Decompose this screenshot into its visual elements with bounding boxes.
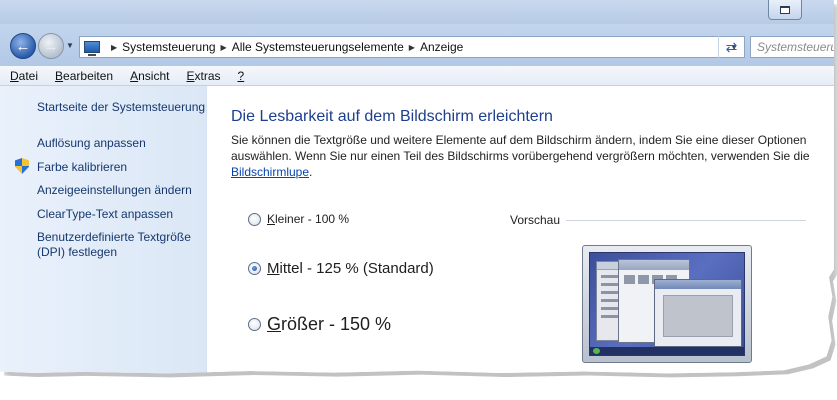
breadcrumb-anzeige[interactable]: Anzeige xyxy=(420,40,463,54)
main-content: Die Lesbarkeit auf dem Bildschirm erleic… xyxy=(208,86,834,374)
refresh-button[interactable]: ⇄ xyxy=(718,36,744,58)
preview-window xyxy=(654,279,742,347)
recent-pages-dropdown[interactable]: ▼ xyxy=(66,41,74,50)
preview-taskbar xyxy=(590,347,744,355)
navigation-bar: ← → ▼ ▶ Systemsteuerung ▶ Alle Systemste… xyxy=(0,24,834,66)
forward-arrow-icon: → xyxy=(43,37,59,55)
breadcrumb-arrow-icon[interactable]: ▶ xyxy=(111,43,117,52)
option-label: Kleiner - 100 % xyxy=(267,212,350,226)
breadcrumb-systemsteuerung[interactable]: Systemsteuerung xyxy=(122,40,215,54)
menu-extras[interactable]: Extras xyxy=(186,69,220,83)
option-label: Größer - 150 % xyxy=(267,314,392,334)
option-medium[interactable]: Mittel - 125 % (Standard) xyxy=(248,260,434,277)
sidebar-item-home[interactable]: Startseite der Systemsteuerung xyxy=(37,100,205,115)
option-label: Mittel - 125 % (Standard) xyxy=(267,260,434,277)
back-button[interactable]: ← xyxy=(10,33,36,59)
radio-button-selected[interactable] xyxy=(248,262,261,275)
menu-bar: Datei Bearbeiten Ansicht Extras ? xyxy=(0,66,834,86)
restore-icon xyxy=(780,5,790,14)
control-panel-window: ← → ▼ ▶ Systemsteuerung ▶ Alle Systemste… xyxy=(0,0,834,374)
preview-screen xyxy=(589,252,745,356)
menu-bearbeiten[interactable]: Bearbeiten xyxy=(55,69,113,83)
menu-datei[interactable]: Datei xyxy=(10,69,38,83)
shield-icon xyxy=(15,158,29,174)
menu-help[interactable]: ? xyxy=(238,69,245,83)
refresh-icon: ⇄ xyxy=(725,38,738,55)
sidebar-item-label: (DPI) festlegen xyxy=(37,245,118,259)
breadcrumb-arrow-icon[interactable]: ▶ xyxy=(409,43,415,52)
back-arrow-icon: ← xyxy=(15,37,31,55)
title-bar xyxy=(0,0,834,24)
address-bar[interactable]: ▶ Systemsteuerung ▶ Alle Systemsteuerung… xyxy=(79,36,745,58)
page-title: Die Lesbarkeit auf dem Bildschirm erleic… xyxy=(231,108,553,125)
sidebar-item-calibrate-color[interactable]: Farbe kalibrieren xyxy=(37,160,127,175)
radio-button[interactable] xyxy=(248,318,261,331)
start-orb-icon xyxy=(593,348,600,354)
divider xyxy=(566,220,806,221)
option-smaller[interactable]: Kleiner - 100 % xyxy=(248,212,349,226)
magnifier-link[interactable]: Bildschirmlupe xyxy=(231,165,309,179)
sidebar-item-custom-dpi[interactable]: Benutzerdefinierte Textgröße (DPI) festl… xyxy=(37,230,191,260)
sidebar-item-resolution[interactable]: Auflösung anpassen xyxy=(37,136,146,151)
breadcrumb-arrow-icon[interactable]: ▶ xyxy=(221,43,227,52)
restore-button[interactable] xyxy=(768,0,802,20)
radio-button[interactable] xyxy=(248,212,261,226)
sidebar-item-display-settings[interactable]: Anzeigeeinstellungen ändern xyxy=(37,183,192,198)
option-larger[interactable]: Größer - 150 % xyxy=(248,314,391,335)
sidebar: Startseite der Systemsteuerung Auflösung… xyxy=(0,86,207,374)
sidebar-item-label: Benutzerdefinierte Textgröße xyxy=(37,230,191,244)
control-panel-icon xyxy=(84,41,100,56)
sidebar-item-cleartype[interactable]: ClearType-Text anpassen xyxy=(37,207,173,222)
preview-label: Vorschau xyxy=(510,213,561,227)
forward-button[interactable]: → xyxy=(38,33,64,59)
preview-image xyxy=(582,245,752,363)
search-input[interactable]: Systemsteuerun xyxy=(750,36,834,58)
description: Sie können die Textgröße und weitere Ele… xyxy=(231,133,810,179)
menu-ansicht[interactable]: Ansicht xyxy=(130,69,169,83)
breadcrumb-alle-elemente[interactable]: Alle Systemsteuerungselemente xyxy=(232,40,404,54)
